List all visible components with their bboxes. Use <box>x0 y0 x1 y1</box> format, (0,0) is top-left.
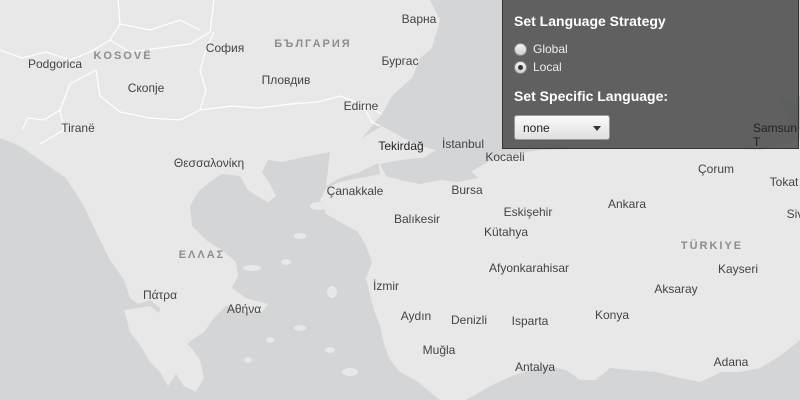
city-label-thessaloniki: Θεσσαλονίκη <box>173 156 245 170</box>
language-strategy-title: Set Language Strategy <box>514 13 666 29</box>
city-label-antalya: Antalya <box>514 360 556 374</box>
city-label-isparta: Isparta <box>511 314 549 328</box>
city-label-samsun: Samsun T <box>753 121 798 149</box>
radio-global-icon[interactable] <box>514 42 527 56</box>
city-label-burgas: Бургас <box>381 54 419 68</box>
city-label-varna: Варна <box>401 12 437 26</box>
city-label-kocaeli: Kocaeli <box>485 150 525 164</box>
country-label-greece: ΕΛΛΑΣ <box>178 249 226 261</box>
city-label-izmir: İzmir <box>373 279 399 293</box>
city-label-skopje: Скопје <box>127 81 165 95</box>
specific-language-title: Set Specific Language: <box>514 88 669 104</box>
city-label-corum: Çorum <box>697 162 735 176</box>
city-label-adana: Adana <box>713 355 749 369</box>
radio-global-label: Global <box>533 42 568 56</box>
city-label-tekirdag: Tekirdağ <box>378 139 424 153</box>
city-label-kayseri: Kayseri <box>717 262 759 276</box>
city-label-tokat: Tokat <box>769 175 799 189</box>
radio-local-option[interactable]: Local <box>514 60 562 74</box>
city-label-athina: Αθήνα <box>226 302 262 316</box>
city-label-kutahya: Kütahya <box>483 225 529 239</box>
city-label-balikesir: Balıkesir <box>393 212 441 226</box>
city-label-konya: Konya <box>594 308 630 322</box>
city-label-tirane: Tiranë <box>61 121 95 135</box>
city-label-eskisehir: Eskişehir <box>503 205 553 219</box>
city-label-istanbul: İstanbul <box>441 137 485 151</box>
city-label-plovdiv: Пловдив <box>261 73 311 87</box>
city-label-sofia: София <box>205 41 245 55</box>
city-label-aksaray: Aksaray <box>654 282 698 296</box>
language-select-value: none <box>523 121 550 135</box>
city-label-podgorica: Podgorica <box>27 57 83 71</box>
city-label-aydin: Aydın <box>400 309 432 323</box>
city-label-denizli: Denizli <box>450 313 488 327</box>
country-label-bulgaria: БЪЛГАРИЯ <box>274 38 352 50</box>
radio-global-option[interactable]: Global <box>514 42 568 56</box>
city-label-afyon: Afyonkarahisar <box>488 261 570 275</box>
city-label-canakkale: Çanakkale <box>326 184 384 198</box>
city-label-bursa: Bursa <box>451 183 483 197</box>
city-label-edirne: Edirne <box>343 99 379 113</box>
language-select[interactable]: none <box>514 115 610 140</box>
language-control-panel: Set Language Strategy Global Local Set S… <box>502 0 799 149</box>
chevron-down-icon <box>593 126 601 131</box>
map-view[interactable]: KOSOVË БЪЛГАРИЯ ΕΛΛΑΣ TÜRKIYE Варна Софи… <box>0 0 800 400</box>
city-label-patra: Πάτρα <box>142 288 178 302</box>
country-label-kosovo: KOSOVË <box>93 50 153 62</box>
country-label-turkey: TÜRKIYE <box>680 240 744 252</box>
city-label-mugla: Muğla <box>422 343 456 357</box>
city-label-sivas-partial: Siv <box>786 207 800 221</box>
radio-local-label: Local <box>533 60 562 74</box>
radio-local-icon[interactable] <box>514 60 527 74</box>
city-label-ankara: Ankara <box>607 197 647 211</box>
